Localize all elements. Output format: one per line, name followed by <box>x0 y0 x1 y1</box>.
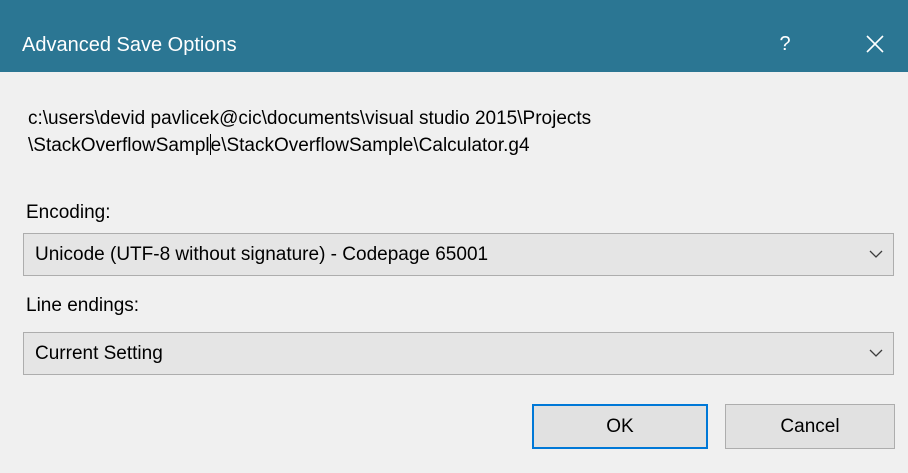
title-bar[interactable]: Advanced Save Options ? <box>0 0 908 72</box>
file-path-line-2-end: e\StackOverflowSample\Calculator.g4 <box>210 135 530 156</box>
chevron-down-icon <box>869 349 883 357</box>
help-button[interactable]: ? <box>762 22 808 66</box>
encoding-dropdown[interactable]: Unicode (UTF-8 without signature) - Code… <box>23 233 894 276</box>
file-path-line-2-start: \StackOverflowSampl <box>28 135 210 156</box>
close-icon <box>866 35 884 53</box>
cancel-button[interactable]: Cancel <box>725 404 895 449</box>
encoding-label: Encoding: <box>26 202 111 223</box>
close-button[interactable] <box>852 22 898 66</box>
file-path-line-2: \StackOverflowSample\StackOverflowSample… <box>28 134 530 158</box>
ok-button[interactable]: OK <box>532 404 708 449</box>
file-path-line-1: c:\users\devid pavlicek@cic\documents\vi… <box>28 108 592 129</box>
window-title: Advanced Save Options <box>22 34 237 56</box>
line-endings-selected-value: Current Setting <box>35 343 163 364</box>
advanced-save-options-dialog: Advanced Save Options ? c:\users\devid p… <box>0 0 908 473</box>
line-endings-label: Line endings: <box>26 295 140 316</box>
line-endings-dropdown[interactable]: Current Setting <box>23 332 894 375</box>
encoding-selected-value: Unicode (UTF-8 without signature) - Code… <box>35 244 489 265</box>
chevron-down-icon <box>869 250 883 258</box>
